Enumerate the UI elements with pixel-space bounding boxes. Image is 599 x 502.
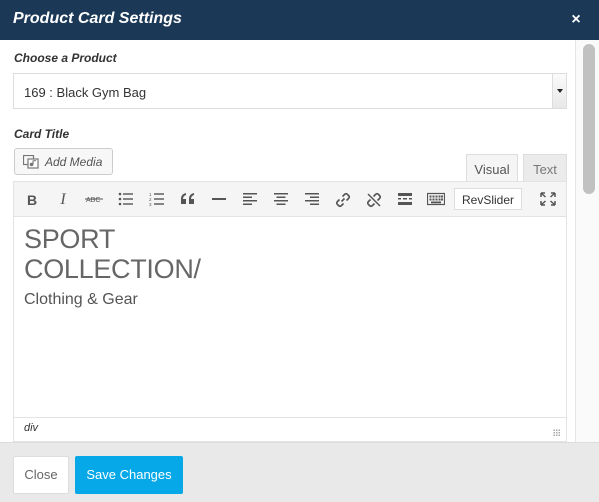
content-subheading: Clothing & Gear [24,291,138,308]
unlink-icon [366,192,382,208]
strikethrough-button[interactable]: ABC [82,188,106,212]
add-media-button[interactable]: Add Media [14,148,113,175]
content-heading-line2: COLLECTION/ [24,254,201,284]
toolbar-toggle-button[interactable] [424,188,448,212]
fullscreen-button[interactable] [536,188,560,212]
rich-text-editor: B I ABC 1 2 3 RevSlider SPORT COLLECTION… [13,181,567,442]
numbered-list-button[interactable]: 1 2 3 [145,188,169,212]
align-center-icon [274,193,288,205]
insert-link-button[interactable] [331,188,355,212]
content-heading-line1: SPORT [24,224,116,254]
modal-footer: Close Save Changes [0,442,599,502]
close-icon[interactable]: × [567,10,585,30]
link-icon [335,192,351,208]
close-button[interactable]: Close [13,456,69,494]
editor-toolbar: B I ABC 1 2 3 RevSlider [14,182,566,217]
italic-button[interactable]: I [51,188,75,212]
scrollbar[interactable] [575,40,599,442]
horizontal-line-button[interactable] [207,188,231,212]
choose-product-label: Choose a Product [14,51,117,65]
keyboard-icon [426,192,446,206]
bold-button[interactable]: B [20,188,44,212]
align-left-icon [243,193,257,205]
numbered-list-icon: 1 2 3 [149,192,164,207]
save-changes-button[interactable]: Save Changes [75,456,183,494]
align-center-button[interactable] [269,188,293,212]
modal-content: Choose a Product 169 : Black Gym Bag Car… [0,40,599,442]
modal-title: Product Card Settings [13,10,182,27]
element-path[interactable]: div [24,422,38,434]
select-arrow-icon[interactable] [552,74,566,108]
align-right-icon [305,193,319,205]
tab-visual[interactable]: Visual [466,154,518,182]
blockquote-icon [181,193,194,204]
strikethrough-icon: ABC [85,197,103,204]
align-right-button[interactable] [300,188,324,212]
editor-status-bar: div [14,417,566,441]
read-more-button[interactable] [393,188,417,212]
modal-header: Product Card Settings × [0,0,599,40]
media-icon [23,155,39,169]
resize-handle-icon[interactable] [553,429,561,437]
revslider-button[interactable]: RevSlider [454,188,522,210]
align-left-button[interactable] [238,188,262,212]
tab-text[interactable]: Text [523,154,567,182]
blockquote-button[interactable] [176,188,200,212]
svg-text:ABC: ABC [86,197,100,204]
card-title-label: Card Title [14,127,70,141]
remove-link-button[interactable] [362,188,386,212]
fullscreen-icon [540,192,556,206]
product-select[interactable]: 169 : Black Gym Bag [13,73,567,109]
bullet-list-icon [118,192,133,206]
scrollbar-thumb[interactable] [583,44,595,194]
svg-text:3: 3 [149,202,152,206]
product-select-value: 169 : Black Gym Bag [24,85,147,100]
editor-content-area[interactable]: SPORT COLLECTION/ Clothing & Gear [14,218,566,417]
read-more-icon [398,193,412,205]
horizontal-line-icon [212,198,226,200]
add-media-label: Add Media [45,155,103,169]
bullet-list-button[interactable] [114,188,138,212]
